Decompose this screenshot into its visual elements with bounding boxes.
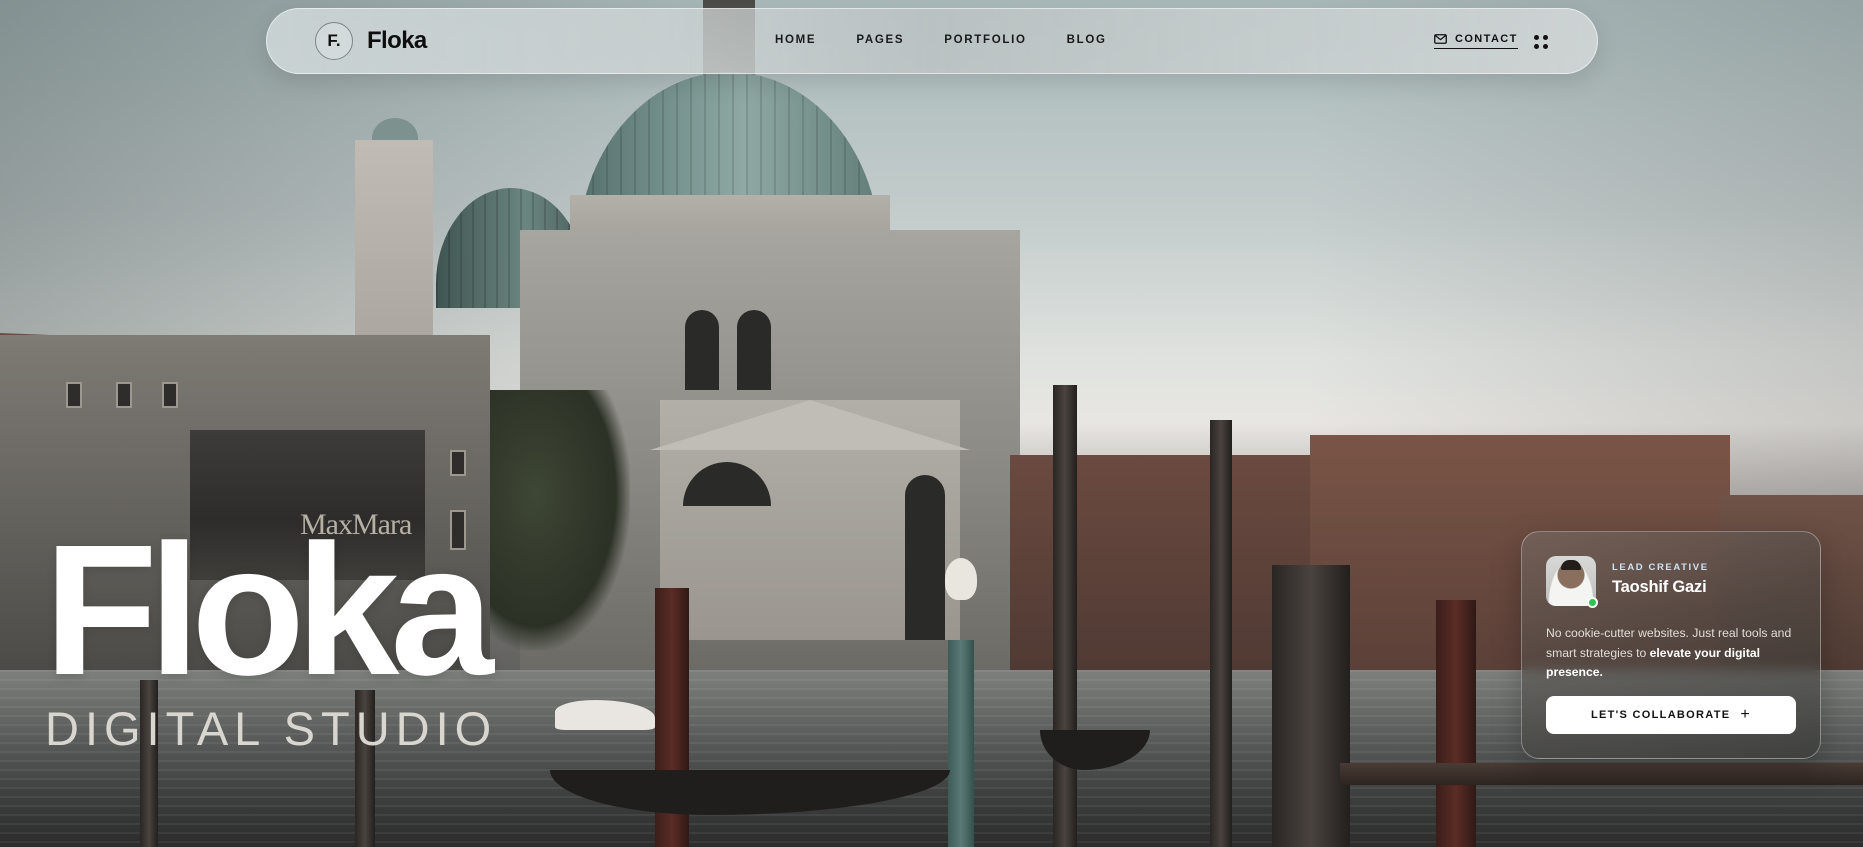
basilica-window [737,310,771,390]
avatar [1546,556,1598,608]
wooden-dock [1340,763,1863,785]
hero-subtitle: DIGITAL STUDIO [45,702,498,755]
mooring-pole [1272,565,1350,847]
main-nav: HOME PAGES PORTFOLIO BLOG [775,34,1107,46]
dot [1534,44,1539,49]
window [162,382,178,408]
brand-logo-link[interactable]: F. Floka [315,22,427,60]
dot [1543,35,1548,40]
hero-title: Floka [44,507,494,714]
contact-link[interactable]: CONTACT [1434,33,1518,49]
profile-role: LEAD CREATIVE [1612,562,1709,573]
collaborate-button-label: LET'S COLLABORATE [1590,709,1731,721]
dot [1534,35,1539,40]
dot [1543,44,1548,49]
brand-mark-icon: F. [315,22,353,60]
lamp-globe [945,558,977,600]
collaborate-button[interactable]: LET'S COLLABORATE + [1546,696,1796,734]
mooring-pole [1436,600,1476,847]
brand-name: Floka [367,27,427,54]
contact-label: CONTACT [1455,33,1518,45]
mooring-pole [1210,420,1232,847]
mail-icon [1434,34,1447,44]
lamp-post [948,640,974,847]
facade-arch [905,475,945,640]
nav-link-blog[interactable]: BLOG [1067,34,1107,46]
grid-dots-icon[interactable] [1534,35,1548,49]
avatar-hair [1561,560,1581,570]
top-navbar: F. Floka HOME PAGES PORTFOLIO BLOG CONTA… [266,8,1598,74]
window [450,450,466,476]
mooring-pole [1053,385,1077,847]
nav-link-home[interactable]: HOME [775,34,816,46]
profile-name: Taoshif Gazi [1612,578,1707,596]
profile-description: No cookie-cutter websites. Just real too… [1546,624,1808,683]
basilica-window [685,310,719,390]
plus-icon: + [1740,706,1752,723]
nav-link-portfolio[interactable]: PORTFOLIO [944,34,1026,46]
online-status-indicator [1587,597,1598,608]
window [116,382,132,408]
profile-card: LEAD CREATIVE Taoshif Gazi No cookie-cut… [1521,531,1821,759]
nav-link-pages[interactable]: PAGES [856,34,904,46]
window [66,382,82,408]
